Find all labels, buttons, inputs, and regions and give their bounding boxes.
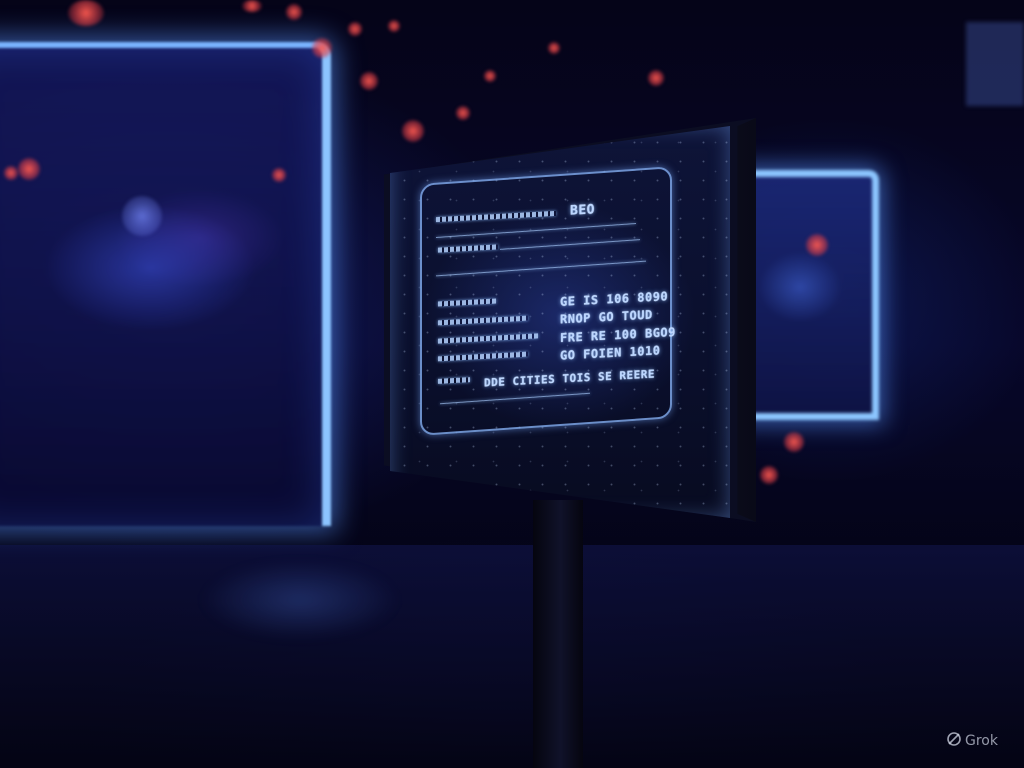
bokeh-light [312, 38, 332, 58]
bokeh-light [806, 234, 828, 256]
floor-reflection [200, 560, 400, 640]
bokeh-light [456, 106, 470, 120]
bokeh-light [548, 42, 560, 54]
bokeh-light [18, 158, 40, 180]
grok-watermark: Grok [946, 731, 998, 751]
bokeh-light [648, 70, 664, 86]
bokeh-light [784, 432, 804, 452]
floor [0, 545, 1024, 768]
grok-logo-icon [946, 731, 962, 751]
bokeh-light-blue [122, 196, 162, 236]
watermark-text: Grok [965, 733, 998, 749]
bokeh-light [4, 166, 18, 180]
bokeh-light [760, 466, 778, 484]
bokeh-light [484, 70, 496, 82]
bokeh-light [388, 20, 400, 32]
left-glowing-display [0, 42, 331, 526]
scene: BEO GE IS 106 8090 RNOP GO TOUD FRE RE 1… [0, 0, 1024, 768]
bokeh-light [286, 4, 302, 20]
bokeh-light [402, 120, 424, 142]
far-display-panel [966, 22, 1024, 106]
bokeh-light [348, 22, 362, 36]
header-code: BEO [570, 202, 595, 219]
bokeh-light [272, 168, 286, 182]
monitor-stand [533, 500, 583, 768]
bokeh-light [68, 0, 104, 26]
bokeh-light [360, 72, 378, 90]
right-glowing-display [740, 170, 879, 420]
bokeh-light [242, 0, 262, 12]
